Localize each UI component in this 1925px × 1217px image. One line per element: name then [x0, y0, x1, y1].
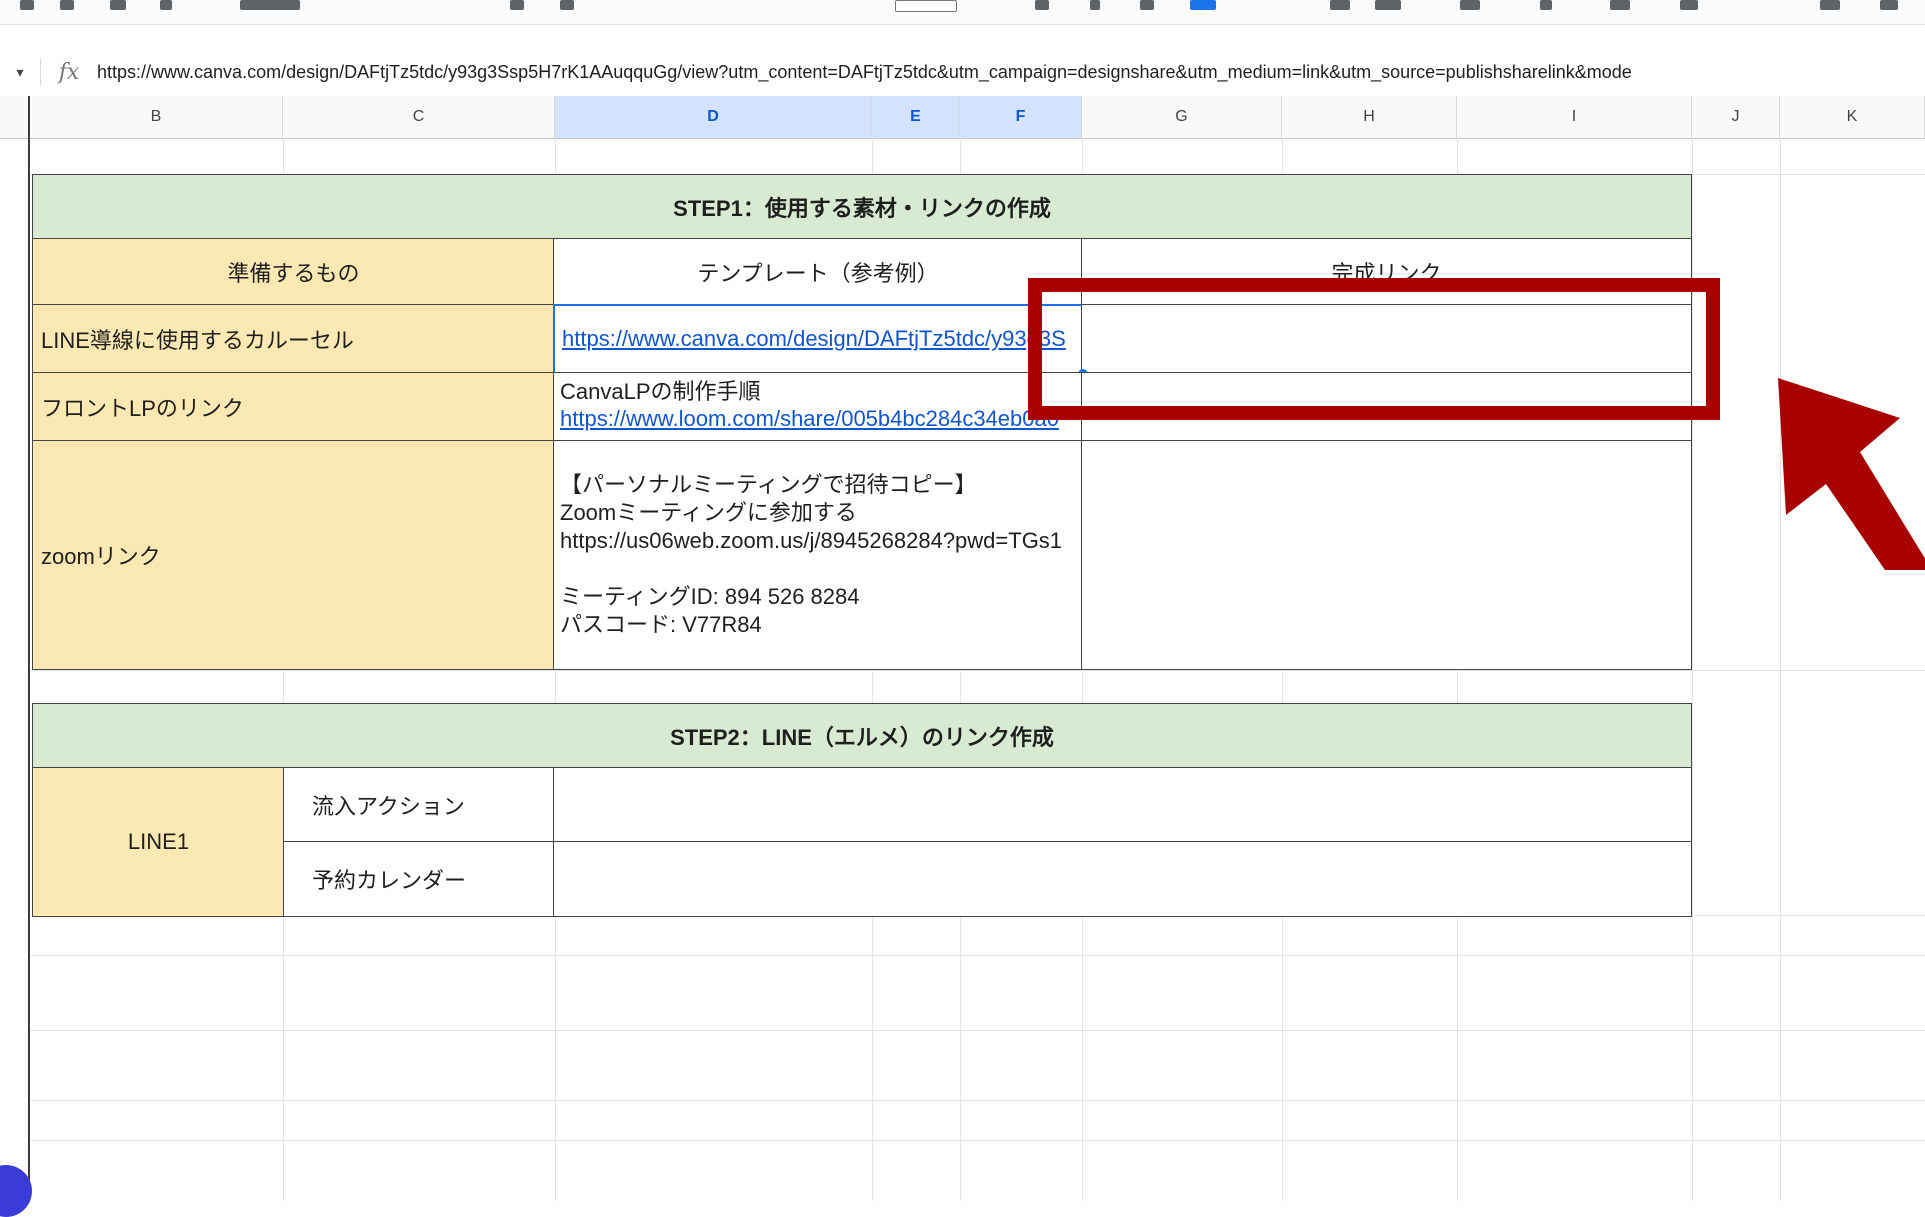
merge-cells-icon[interactable] — [1375, 0, 1401, 10]
front-lp-link[interactable]: https://www.loom.com/share/005b4bc284c34… — [560, 405, 1076, 432]
valign-icon[interactable] — [1540, 0, 1552, 10]
red-arrow-shape — [1778, 378, 1925, 570]
column-header-i[interactable]: I — [1457, 96, 1692, 138]
align-icon[interactable] — [1460, 0, 1480, 10]
paint-format-icon[interactable] — [160, 0, 172, 10]
column-header-e[interactable]: E — [872, 96, 960, 138]
comment-icon[interactable] — [1880, 0, 1898, 10]
frozen-column-divider — [28, 96, 30, 1201]
row-label-front-lp[interactable]: フロントLPのリンク — [32, 372, 555, 442]
column-header-k[interactable]: K — [1780, 96, 1925, 138]
carousel-link[interactable]: https://www.canva.com/design/DAFtjTz5tdc… — [562, 326, 1066, 352]
wrap-icon[interactable] — [1610, 0, 1630, 10]
column-header-d[interactable]: D — [555, 96, 872, 138]
formula-bar: ▾ fx https://www.canva.com/design/DAFtjT… — [0, 48, 1925, 97]
name-box-dropdown-icon[interactable]: ▾ — [0, 64, 40, 81]
decrease-decimal-icon[interactable] — [510, 0, 524, 10]
borders-icon[interactable] — [1330, 0, 1350, 10]
highlight-box-annotation — [1028, 278, 1720, 420]
undo-icon[interactable] — [20, 0, 34, 10]
strikethrough-icon[interactable] — [1140, 0, 1154, 10]
column-header-g[interactable]: G — [1082, 96, 1282, 138]
column-header-h[interactable]: H — [1282, 96, 1457, 138]
redo-icon[interactable] — [60, 0, 74, 10]
column-header-b[interactable]: B — [30, 96, 283, 138]
gridline — [30, 1100, 1925, 1101]
zoom-line: 【パーソナルミーティングで招待コピー】 — [560, 472, 977, 497]
red-arrow-annotation — [1778, 378, 1925, 570]
header-prepare[interactable]: 準備するもの — [32, 238, 555, 306]
print-icon[interactable] — [110, 0, 126, 10]
increase-decimal-icon[interactable] — [560, 0, 574, 10]
column-header-j[interactable]: J — [1692, 96, 1780, 138]
formula-input[interactable]: https://www.canva.com/design/DAFtjTz5tdc… — [97, 62, 1925, 83]
row-label-carousel[interactable]: LINE導線に使用するカルーセル — [32, 304, 555, 374]
gridline — [30, 670, 1925, 671]
text-color-icon[interactable] — [1190, 0, 1216, 10]
inflow-action-value[interactable] — [553, 767, 1692, 843]
zoom-line: https://us06web.zoom.us/j/8945268284?pwd… — [560, 528, 1063, 553]
bold-icon[interactable] — [1035, 0, 1049, 10]
column-header-c[interactable]: C — [283, 96, 555, 138]
cell-front-lp-template[interactable]: CanvaLPの制作手順 https://www.loom.com/share/… — [553, 372, 1083, 442]
column-header-f[interactable]: F — [960, 96, 1082, 138]
font-size-icon[interactable] — [895, 0, 957, 12]
link-icon[interactable] — [1820, 0, 1840, 10]
toolbar — [0, 0, 1925, 25]
column-headers: B C D E F G H I J K — [0, 96, 1925, 139]
zoom-line: ミーティングID: 894 526 8284 — [560, 584, 860, 609]
cell-zoom-template[interactable]: 【パーソナルミーティングで招待コピー】 Zoomミーティングに参加する http… — [553, 440, 1083, 670]
zoom-line: パスコード: V77R84 — [560, 612, 762, 637]
gridline — [30, 1030, 1925, 1031]
zoom-line: Zoomミーティングに参加する — [560, 500, 857, 525]
cell-zoom-complete[interactable] — [1081, 440, 1692, 670]
gridline — [30, 955, 1925, 956]
gridline — [30, 1140, 1925, 1141]
cell-carousel-link[interactable]: https://www.canva.com/design/DAFtjTz5tdc… — [553, 304, 1083, 374]
rotate-icon[interactable] — [1680, 0, 1698, 10]
zoom-select-icon[interactable] — [240, 0, 300, 10]
row-label-zoom[interactable]: zoomリンク — [32, 440, 555, 670]
fx-icon: fx — [58, 59, 80, 85]
reservation-calendar-label[interactable]: 予約カレンダー — [283, 841, 555, 917]
line1-label[interactable]: LINE1 — [32, 767, 285, 917]
step2-title[interactable]: STEP2：LINE（エルメ）のリンク作成 — [32, 703, 1692, 769]
header-template[interactable]: テンプレート（参考例） — [553, 238, 1083, 306]
italic-icon[interactable] — [1090, 0, 1100, 10]
front-lp-text: CanvaLPの制作手順 — [560, 379, 761, 404]
reservation-calendar-value[interactable] — [553, 841, 1692, 917]
inflow-action-label[interactable]: 流入アクション — [283, 767, 555, 843]
zoom-line — [560, 555, 1076, 583]
step1-title[interactable]: STEP1：使用する素材・リンクの作成 — [32, 174, 1692, 240]
